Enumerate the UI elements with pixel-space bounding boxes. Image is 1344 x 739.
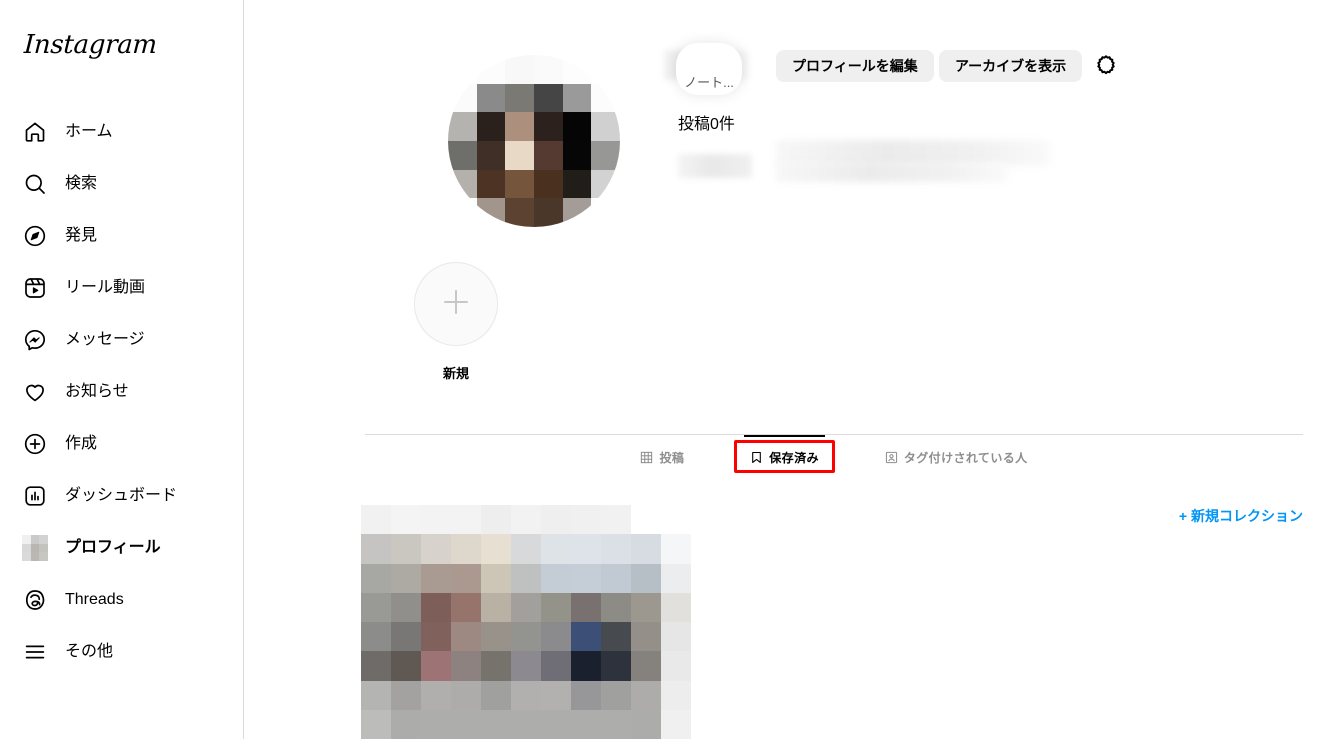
followers-masked	[678, 154, 752, 178]
collection-thumbnail[interactable]	[361, 505, 691, 739]
sidebar-item-4[interactable]: リール動画	[8, 264, 236, 312]
reels-icon	[22, 275, 48, 301]
explore-icon	[22, 223, 48, 249]
sidebar-nav: ホーム検索発見リール動画メッセージお知らせ作成ダッシュボード プロフィール Thre…	[0, 104, 244, 680]
sidebar-item-label: お知らせ	[65, 383, 129, 400]
tab-label: 投稿	[659, 450, 685, 465]
sidebar-item-8[interactable]: ダッシュボード	[8, 472, 236, 520]
sidebar-item-label: 作成	[65, 435, 98, 452]
main-content: ノート... プロフィールを編集 アーカイブを表示 投稿0件 新規 投稿 保存済…	[244, 0, 1344, 739]
sidebar-item-10[interactable]: Threads	[8, 576, 236, 624]
settings-button[interactable]	[1089, 48, 1123, 82]
profile-tabs-inner: 投稿 保存済み タグ付けされている人	[365, 434, 1303, 480]
plus-circle-icon	[22, 431, 48, 457]
instagram-profile-page: Instagram ホーム検索発見リール動画メッセージお知らせ作成ダッシュボード…	[0, 0, 1344, 739]
sidebar-item-label: ダッシュボード	[65, 487, 178, 504]
sidebar-item-9[interactable]: プロフィール	[8, 524, 236, 572]
instagram-logo[interactable]: Instagram	[23, 30, 157, 60]
profile-avatar-wrap[interactable]: ノート...	[448, 43, 742, 227]
sidebar-item-label: プロフィール	[65, 539, 161, 556]
tab-label: 保存済み	[769, 450, 819, 465]
heart-icon	[22, 379, 48, 405]
gear-icon	[1095, 53, 1117, 78]
grid-icon	[640, 451, 653, 464]
plus-icon	[438, 284, 474, 325]
new-collection-link[interactable]: + 新規コレクション	[1179, 506, 1303, 526]
sidebar-item-label: リール動画	[65, 279, 146, 296]
threads-icon	[22, 587, 48, 613]
view-archive-button[interactable]: アーカイブを表示	[939, 50, 1083, 82]
tagged-icon	[885, 451, 898, 464]
sidebar-item-6[interactable]: お知らせ	[8, 368, 236, 416]
bio-line-2-masked	[776, 162, 1008, 182]
messenger-icon	[22, 327, 48, 353]
bookmark-icon	[750, 451, 763, 464]
tab-label: タグ付けされている人	[903, 450, 1028, 465]
new-highlight-label: 新規	[442, 366, 469, 381]
sidebar-item-label: その他	[65, 643, 114, 660]
edit-profile-button[interactable]: プロフィールを編集	[776, 50, 934, 82]
sidebar-item-label: Threads	[65, 591, 124, 608]
story-highlights: 新規	[244, 255, 1344, 385]
profile-tabs: 投稿 保存済み タグ付けされている人	[365, 434, 1303, 480]
new-highlight-item[interactable]: 新規	[410, 262, 502, 382]
tab-2[interactable]: 保存済み	[734, 434, 835, 480]
search-icon	[22, 171, 48, 197]
sidebar-item-1[interactable]: ホーム	[8, 108, 236, 156]
sidebar-item-7[interactable]: 作成	[8, 420, 236, 468]
profile-header: ノート... プロフィールを編集 アーカイブを表示 投稿0件	[244, 0, 1344, 230]
dashboard-icon	[22, 483, 48, 509]
posts-count: 投稿0件	[678, 116, 735, 133]
sidebar-avatar	[22, 535, 48, 561]
profile-actions-row: プロフィールを編集 アーカイブを表示	[664, 48, 1324, 82]
tab-1[interactable]: 投稿	[638, 435, 686, 480]
sidebar-item-label: 発見	[65, 227, 98, 244]
new-highlight-circle[interactable]	[414, 262, 498, 346]
sidebar-item-5[interactable]: メッセージ	[8, 316, 236, 364]
sidebar-item-2[interactable]: 検索	[8, 160, 236, 208]
sidebar-item-label: ホーム	[65, 123, 113, 140]
sidebar-item-label: メッセージ	[65, 331, 145, 348]
profile-avatar-icon	[22, 535, 48, 561]
profile-avatar[interactable]	[448, 55, 620, 227]
saved-collections: + 新規コレクション	[244, 492, 1344, 739]
sidebar-item-11[interactable]: その他	[8, 628, 236, 676]
sidebar-item-label: 検索	[65, 175, 98, 192]
tab-3[interactable]: タグ付けされている人	[883, 435, 1030, 480]
home-icon	[22, 119, 48, 145]
note-bubble[interactable]: ノート...	[676, 43, 742, 95]
sidebar-item-3[interactable]: 発見	[8, 212, 236, 260]
hamburger-icon	[22, 639, 48, 665]
profile-meta: プロフィールを編集 アーカイブを表示 投稿0件	[664, 48, 1324, 182]
sidebar: Instagram ホーム検索発見リール動画メッセージお知らせ作成ダッシュボード…	[0, 0, 244, 739]
